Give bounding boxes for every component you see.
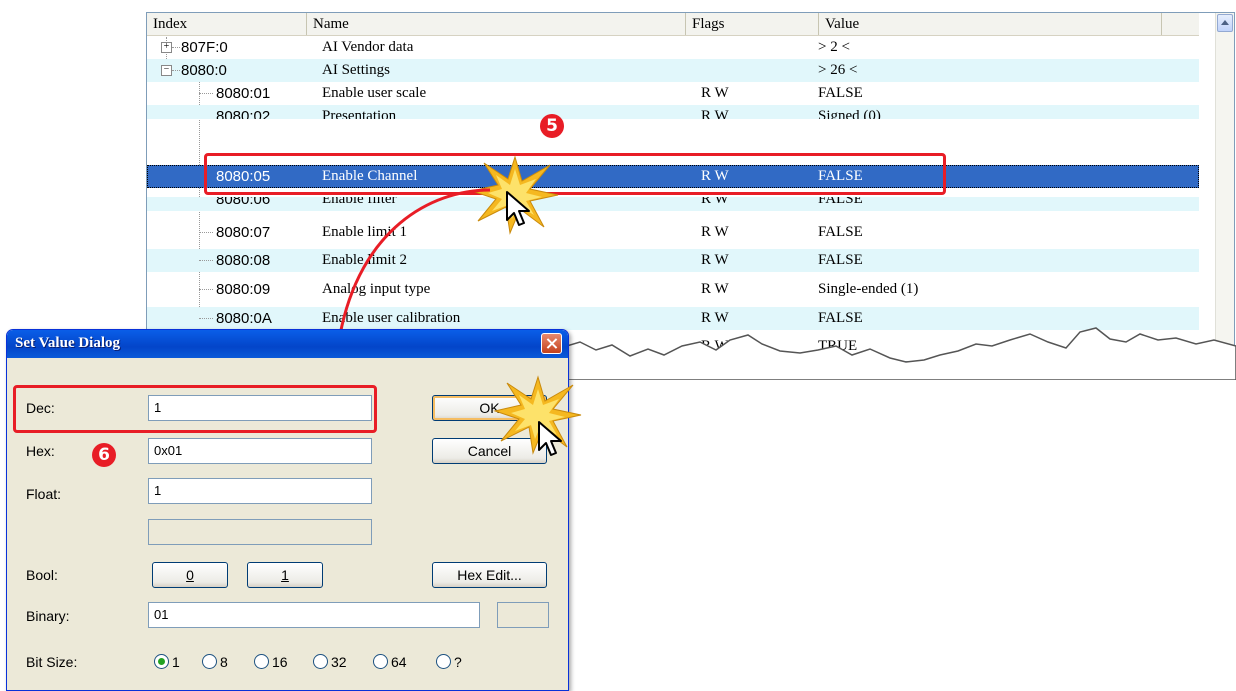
bool-0-button[interactable]: 0: [152, 562, 228, 588]
table-row[interactable]: 8080:02 Presentation R W Signed (0): [147, 105, 1199, 119]
cell-value: FALSE: [818, 224, 863, 240]
hex-input[interactable]: 0x01: [148, 438, 372, 464]
radio-label: 64: [391, 654, 407, 670]
scroll-up-arrow-icon[interactable]: [1217, 14, 1233, 32]
column-header-index[interactable]: Index: [147, 13, 307, 35]
table-row[interactable]: + 807F:0 AI Vendor data > 2 <: [147, 36, 1199, 59]
table-row[interactable]: 8080:07 Enable limit 1 R W FALSE: [147, 221, 1199, 244]
bitsize-radio-unknown[interactable]: ?: [436, 654, 462, 670]
cell-flags: R W: [701, 281, 729, 297]
cell-index: 8080:0: [181, 62, 227, 79]
expand-plus-icon[interactable]: +: [161, 42, 172, 53]
vertical-scrollbar[interactable]: [1215, 13, 1234, 361]
cell-value: FALSE: [818, 252, 863, 268]
radio-label: 1: [172, 654, 180, 670]
highlight-box-step6: [13, 385, 377, 433]
radio-label: 32: [331, 654, 347, 670]
radio-label: 8: [220, 654, 228, 670]
bitsize-radio-32[interactable]: 32: [313, 654, 347, 670]
cell-flags: R W: [701, 108, 729, 119]
step-5-badge: 5: [540, 114, 564, 138]
table-row[interactable]: − 8080:0 AI Settings > 26 <: [147, 59, 1199, 82]
cell-index: 8080:09: [216, 281, 271, 298]
step-6-badge: 6: [92, 443, 116, 467]
cell-value: > 2 <: [818, 39, 850, 55]
cell-value: > 26 <: [818, 62, 858, 78]
bool-1-button[interactable]: 1: [247, 562, 323, 588]
column-header-name[interactable]: Name: [307, 13, 686, 35]
binary-input[interactable]: 01: [148, 602, 480, 628]
mouse-cursor-icon: [538, 421, 562, 456]
set-value-dialog: Set Value Dialog Dec: 1 Hex: 0x01 Float:…: [6, 329, 569, 691]
bitsize-radio-16[interactable]: 16: [254, 654, 288, 670]
cell-flags: R W: [701, 85, 729, 101]
cell-index: 8080:08: [216, 252, 271, 269]
radio-label: 16: [272, 654, 288, 670]
column-header-value[interactable]: Value: [819, 13, 1162, 35]
extra-input: [148, 519, 372, 545]
cell-name: Enable user scale: [322, 85, 427, 101]
binary-label: Binary:: [26, 608, 70, 624]
bitsize-radio-8[interactable]: 8: [202, 654, 228, 670]
cell-name: AI Settings: [322, 62, 390, 78]
hex-edit-button[interactable]: Hex Edit...: [432, 562, 547, 588]
table-row[interactable]: 8080:08 Enable limit 2 R W FALSE: [147, 249, 1199, 272]
cell-name: AI Vendor data: [322, 39, 414, 55]
float-label: Float:: [26, 486, 62, 502]
cell-flags: R W: [701, 252, 729, 268]
cell-index: 8080:07: [216, 224, 271, 241]
cell-index: 807F:0: [181, 39, 228, 56]
cell-value: FALSE: [818, 85, 863, 101]
cell-value: Signed (0): [818, 108, 881, 119]
cell-index: 8080:01: [216, 85, 271, 102]
radio-label: ?: [454, 654, 462, 670]
bitsize-radio-1[interactable]: 1: [154, 654, 180, 670]
dialog-titlebar[interactable]: Set Value Dialog: [7, 330, 568, 358]
cell-value: FALSE: [818, 197, 863, 207]
collapse-minus-icon[interactable]: −: [161, 65, 172, 76]
table-row[interactable]: 8080:06 Enable filter R W FALSE: [147, 197, 1199, 211]
float-input[interactable]: 1: [148, 478, 372, 504]
column-header-flags[interactable]: Flags: [686, 13, 819, 35]
cell-value: Single-ended (1): [818, 281, 919, 297]
close-icon[interactable]: [541, 333, 562, 354]
bitsize-radio-64[interactable]: 64: [373, 654, 407, 670]
cell-name: Presentation: [322, 108, 397, 119]
cell-index: 8080:02: [216, 108, 271, 119]
binary-extra-box: [497, 602, 549, 628]
bitsize-label: Bit Size:: [26, 654, 78, 670]
table-row[interactable]: 8080:01 Enable user scale R W FALSE: [147, 82, 1199, 105]
cell-flags: R W: [701, 224, 729, 240]
cell-index: 8080:06: [216, 197, 271, 208]
highlight-box-step5: [204, 153, 946, 195]
dialog-title: Set Value Dialog: [15, 335, 121, 351]
table-header: Index Name Flags Value: [147, 13, 1199, 36]
cell-flags: R W: [701, 197, 729, 207]
bool-label: Bool:: [26, 567, 58, 583]
hex-label: Hex:: [26, 443, 55, 459]
table-row[interactable]: 8080:09 Analog input type R W Single-end…: [147, 278, 1199, 301]
